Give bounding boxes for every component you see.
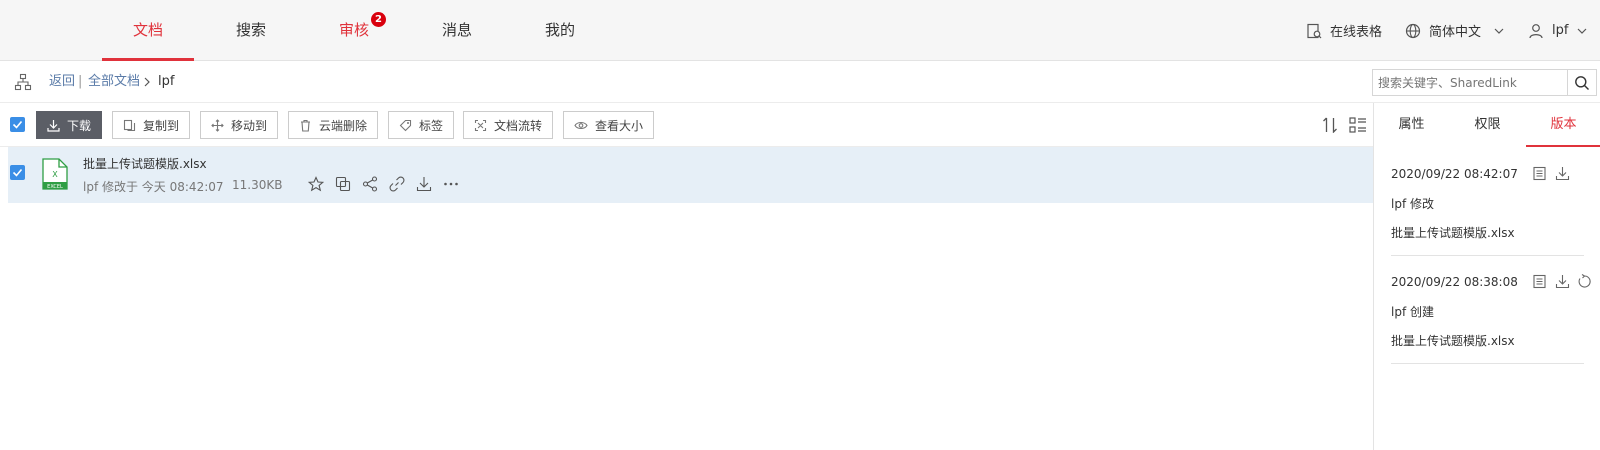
version-action: lpf 创建 xyxy=(1391,305,1434,319)
user-menu[interactable]: lpf xyxy=(1528,0,1588,61)
review-count-badge: 2 xyxy=(371,12,386,27)
cloud-delete-button[interactable]: 云端删除 xyxy=(288,111,379,139)
download-label: 下载 xyxy=(67,118,92,133)
check-icon xyxy=(12,120,23,129)
breadcrumb-current: lpf xyxy=(158,74,175,89)
search-input[interactable] xyxy=(1372,69,1568,96)
chevron-down-icon xyxy=(1494,28,1504,34)
eye-icon xyxy=(574,121,588,129)
toolbar: 下载 复制到 移动到 云端删除 标签 文档流转 查看大小 xyxy=(0,103,1373,147)
divider xyxy=(1391,363,1584,364)
version-detail-icon[interactable] xyxy=(1532,166,1547,181)
divider xyxy=(1391,255,1584,256)
globe-icon xyxy=(1405,23,1421,38)
table-row[interactable]: X EXCEL 批量上传试题模版.xlsx lpf 修改于 今天 08:42:0… xyxy=(8,147,1373,203)
excel-file-icon: X EXCEL xyxy=(42,158,68,190)
row-checkbox[interactable] xyxy=(10,165,25,180)
version-time: 2020/09/22 08:42:07 xyxy=(1391,167,1518,181)
doc-flow-button[interactable]: 文档流转 xyxy=(463,111,554,139)
tab-search[interactable]: 搜索 xyxy=(205,0,297,61)
tab-permissions[interactable]: 权限 xyxy=(1450,103,1525,147)
view-size-label: 查看大小 xyxy=(595,118,644,133)
more-icon[interactable] xyxy=(443,176,459,192)
version-file: 批量上传试题模版.xlsx xyxy=(1391,226,1515,240)
excel-label: EXCEL xyxy=(47,184,63,190)
tag-button[interactable]: 标签 xyxy=(388,111,455,139)
back-link[interactable]: 返回 xyxy=(49,61,75,103)
excel-letter: X xyxy=(52,170,58,179)
version-file: 批量上传试题模版.xlsx xyxy=(1391,334,1515,348)
tab-label: 审核 xyxy=(338,21,369,39)
tab-messages[interactable]: 消息 xyxy=(411,0,503,61)
copy-icon[interactable] xyxy=(335,176,351,192)
copy-to-label: 复制到 xyxy=(143,118,180,133)
flow-icon xyxy=(474,119,487,131)
move-icon xyxy=(211,118,224,132)
tab-versions[interactable]: 版本 xyxy=(1526,103,1600,147)
copy-icon xyxy=(123,119,136,131)
tag-label: 标签 xyxy=(419,118,444,133)
move-to-button[interactable]: 移动到 xyxy=(200,111,279,139)
details-panel: 属性 权限 版本 2020/09/22 08:42:07 lpf 修改 批量上传… xyxy=(1373,103,1600,450)
file-name[interactable]: 批量上传试题模版.xlsx xyxy=(83,155,207,172)
breadcrumb-divider: | xyxy=(78,74,83,89)
trash-icon xyxy=(301,119,310,132)
breadcrumb-all-docs[interactable]: 全部文档 xyxy=(88,61,140,103)
doc-flow-label: 文档流转 xyxy=(494,118,543,133)
cloud-delete-label: 云端删除 xyxy=(319,118,368,133)
search-icon xyxy=(1575,75,1589,90)
download-icon[interactable] xyxy=(416,176,432,192)
online-sheet-icon xyxy=(1307,23,1322,38)
tag-icon xyxy=(399,119,412,131)
share-icon[interactable] xyxy=(362,176,378,192)
version-download-icon[interactable] xyxy=(1555,274,1570,289)
move-to-label: 移动到 xyxy=(231,118,268,133)
version-time: 2020/09/22 08:38:08 xyxy=(1391,275,1518,289)
tab-label: 文档 xyxy=(132,21,163,39)
chevron-right-icon xyxy=(144,77,150,87)
view-size-button[interactable]: 查看大小 xyxy=(563,111,655,139)
search-button[interactable] xyxy=(1567,69,1597,96)
folder-tree-icon[interactable] xyxy=(14,73,32,91)
language-label: 简体中文 xyxy=(1429,25,1482,40)
download-icon xyxy=(47,119,60,132)
restore-icon[interactable] xyxy=(1577,274,1592,289)
link-icon[interactable] xyxy=(389,176,405,192)
breadcrumb: 返回 | 全部文档 lpf xyxy=(0,61,1600,103)
file-modified: lpf 修改于 今天 08:42:07 xyxy=(83,180,224,194)
select-all-checkbox[interactable] xyxy=(10,117,25,132)
version-action: lpf 修改 xyxy=(1391,197,1434,211)
tab-mine[interactable]: 我的 xyxy=(514,0,606,61)
user-name: lpf xyxy=(1552,23,1569,38)
star-icon[interactable] xyxy=(308,176,324,192)
copy-to-button[interactable]: 复制到 xyxy=(112,111,191,139)
tab-label: 搜索 xyxy=(235,21,266,39)
tab-label: 我的 xyxy=(544,21,575,39)
language-selector[interactable]: 简体中文 xyxy=(1405,0,1505,61)
download-button[interactable]: 下载 xyxy=(36,111,103,139)
sort-icon[interactable] xyxy=(1322,117,1338,133)
check-icon xyxy=(12,168,23,177)
user-icon xyxy=(1529,23,1543,38)
online-sheet-label: 在线表格 xyxy=(1330,25,1383,40)
tab-documents[interactable]: 文档 xyxy=(102,0,194,61)
online-sheet-link[interactable]: 在线表格 xyxy=(1306,0,1382,61)
tab-review[interactable]: 审核 2 xyxy=(308,0,400,61)
tab-properties[interactable]: 属性 xyxy=(1374,103,1449,147)
version-detail-icon[interactable] xyxy=(1532,274,1547,289)
list-view-icon[interactable] xyxy=(1349,117,1367,133)
top-navigation: 文档 搜索 审核 2 消息 我的 在线表格 简体中文 lpf xyxy=(0,0,1600,61)
chevron-down-icon xyxy=(1578,28,1587,34)
version-download-icon[interactable] xyxy=(1555,166,1570,181)
tab-label: 消息 xyxy=(441,21,472,39)
file-size: 11.30KB xyxy=(232,178,283,192)
